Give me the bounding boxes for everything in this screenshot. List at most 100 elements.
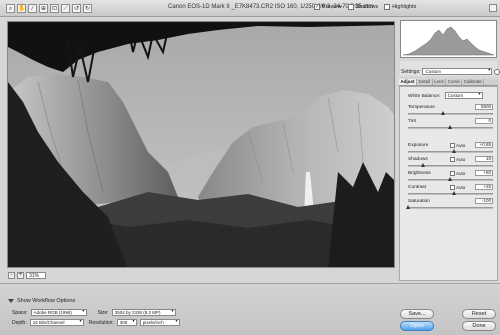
shadows-auto-checkbox[interactable]: Auto (450, 157, 465, 162)
crop-tool-icon[interactable]: ⊡ (50, 4, 59, 13)
exposure-slider-track[interactable] (408, 149, 493, 153)
reset-button[interactable]: Reset (462, 309, 496, 319)
auto-label: Auto (456, 171, 466, 176)
histogram-graph (402, 26, 495, 56)
image-preview[interactable] (7, 21, 395, 268)
histogram (400, 20, 497, 58)
contrast-slider-track[interactable] (408, 191, 493, 195)
tool-group: ⌕ ✋ ⁄ ⊕ ⊡ ⟋ ↺ ↻ (6, 4, 92, 13)
white-balance-tool-icon[interactable]: ⁄ (28, 4, 37, 13)
settings-menu-icon[interactable] (494, 68, 500, 75)
temperature-value-input[interactable]: 5500 (475, 104, 493, 110)
saturation-value-input[interactable]: -100 (475, 198, 493, 204)
resolution-unit-select[interactable]: pixels/inch (139, 319, 180, 326)
shadows-slider-thumb[interactable] (420, 163, 425, 167)
saturation-label: Saturation (408, 199, 430, 204)
auto-check-box[interactable] (450, 185, 455, 190)
adjust-panel: White Balance: Custom Temperature 5500 Tin… (399, 86, 498, 281)
size-select[interactable]: 3504 by 2336 (8.2 MP) (111, 309, 176, 316)
tint-label: Tint (408, 119, 416, 124)
depth-select[interactable]: 16 Bits/Channel (29, 319, 84, 326)
white-balance-label: White Balance: (408, 93, 441, 99)
space-label: Space: (12, 309, 28, 316)
zoom-tool-icon[interactable]: ⌕ (6, 4, 15, 13)
tab-curve[interactable]: Curve (446, 79, 463, 85)
white-balance-row: White Balance: Custom (408, 92, 483, 99)
space-select[interactable]: Adobe RGB (1998) (30, 309, 87, 316)
straighten-tool-icon[interactable]: ⟋ (61, 4, 70, 13)
workflow-row-2: Depth: 16 Bits/Channel Resolution: 300 p… (12, 319, 180, 326)
zoom-controls: - + 31% (8, 272, 46, 279)
exposure-label: Exposure (408, 143, 429, 148)
settings-select[interactable]: Custom (422, 68, 493, 75)
zoom-level-select[interactable]: 31% (26, 272, 46, 279)
brightness-slider-thumb[interactable] (448, 177, 452, 181)
tab-calibrate[interactable]: Calibrate (462, 79, 485, 85)
resolution-input[interactable]: 300 (116, 319, 137, 326)
temperature-label: Temperature (408, 105, 435, 110)
workflow-toggle[interactable]: Show Workflow Options (8, 298, 75, 304)
landscape-photo (8, 22, 394, 267)
auto-label: Auto (456, 143, 466, 148)
resolution-label: Resolution: (88, 319, 114, 326)
disclosure-triangle-icon[interactable] (8, 299, 14, 303)
fullscreen-icon[interactable] (489, 4, 497, 12)
open-button[interactable]: Open (400, 321, 434, 331)
tab-lens[interactable]: Lens (433, 79, 447, 85)
zoom-in-button[interactable]: + (17, 272, 24, 279)
auto-label: Auto (456, 157, 466, 162)
highlights-check-box[interactable] (384, 4, 391, 10)
tab-adjust[interactable]: Adjust (399, 79, 417, 85)
rotate-left-tool-icon[interactable]: ↺ (72, 4, 81, 13)
tab-detail[interactable]: Detail (417, 79, 433, 85)
auto-check-box[interactable] (450, 143, 455, 148)
temperature-slider-track[interactable] (408, 111, 493, 115)
save-button[interactable]: Save... (400, 309, 434, 319)
preview-check-box[interactable]: ✓ (314, 4, 320, 10)
tint-slider-thumb[interactable] (448, 125, 452, 129)
zoom-out-button[interactable]: - (8, 272, 15, 279)
settings-row: Settings: Custom (401, 68, 500, 75)
view-options: ✓ Preview Shadows Highlights (314, 4, 416, 10)
rotate-right-tool-icon[interactable]: ↻ (83, 4, 92, 13)
contrast-auto-checkbox[interactable]: Auto (450, 185, 465, 190)
shadows-slider-track[interactable] (408, 163, 493, 167)
auto-check-box[interactable] (450, 171, 455, 176)
contrast-value-input[interactable]: +25 (475, 184, 493, 190)
shadows-value-input[interactable]: 18 (475, 156, 493, 162)
top-toolbar: ⌕ ✋ ⁄ ⊕ ⊡ ⟋ ↺ ↻ Canon EOS-1D Mark II _E7K8473.C… (0, 0, 500, 17)
saturation-slider-thumb[interactable] (405, 205, 410, 209)
preview-checkbox[interactable]: ✓ Preview (314, 4, 342, 10)
contrast-label: Contrast (408, 185, 427, 190)
settings-label: Settings: (401, 68, 421, 75)
saturation-slider-track[interactable] (405, 205, 493, 209)
preview-label: Preview (322, 4, 342, 10)
brightness-value-input[interactable]: +50 (475, 170, 493, 176)
workflow-row-1: Space: Adobe RGB (1998) Size: 3504 by 23… (12, 309, 176, 316)
temperature-slider-thumb[interactable] (441, 111, 446, 115)
tint-value-input[interactable]: 0 (475, 118, 493, 124)
shadows-checkbox[interactable]: Shadows (347, 4, 378, 10)
color-sampler-tool-icon[interactable]: ⊕ (39, 4, 48, 13)
auto-check-box[interactable] (450, 157, 455, 162)
highlights-checkbox[interactable]: Highlights (384, 4, 416, 10)
highlights-label: Highlights (392, 4, 417, 10)
contrast-slider-thumb[interactable] (452, 191, 457, 195)
hand-tool-icon[interactable]: ✋ (17, 4, 26, 13)
workflow-toggle-label: Show Workflow Options (17, 298, 76, 304)
depth-label: Depth: (12, 319, 27, 326)
brightness-auto-checkbox[interactable]: Auto (450, 171, 465, 176)
exposure-auto-checkbox[interactable]: Auto (450, 143, 465, 148)
exposure-value-input[interactable]: +0.85 (475, 142, 493, 148)
tint-slider-track[interactable] (408, 125, 493, 129)
shadows-check-box[interactable] (347, 4, 354, 10)
done-button[interactable]: Done (462, 321, 496, 331)
exposure-slider-thumb[interactable] (452, 149, 457, 153)
brightness-slider-track[interactable] (408, 177, 493, 181)
white-balance-select[interactable]: Custom (444, 92, 483, 99)
size-label: Size: (97, 309, 109, 316)
shadows-label: Shadows (408, 157, 428, 162)
brightness-label: Brightness (408, 171, 431, 176)
panel-tabs: Adjust Detail Lens Curve Calibrate (399, 79, 498, 86)
auto-label: Auto (456, 185, 466, 190)
